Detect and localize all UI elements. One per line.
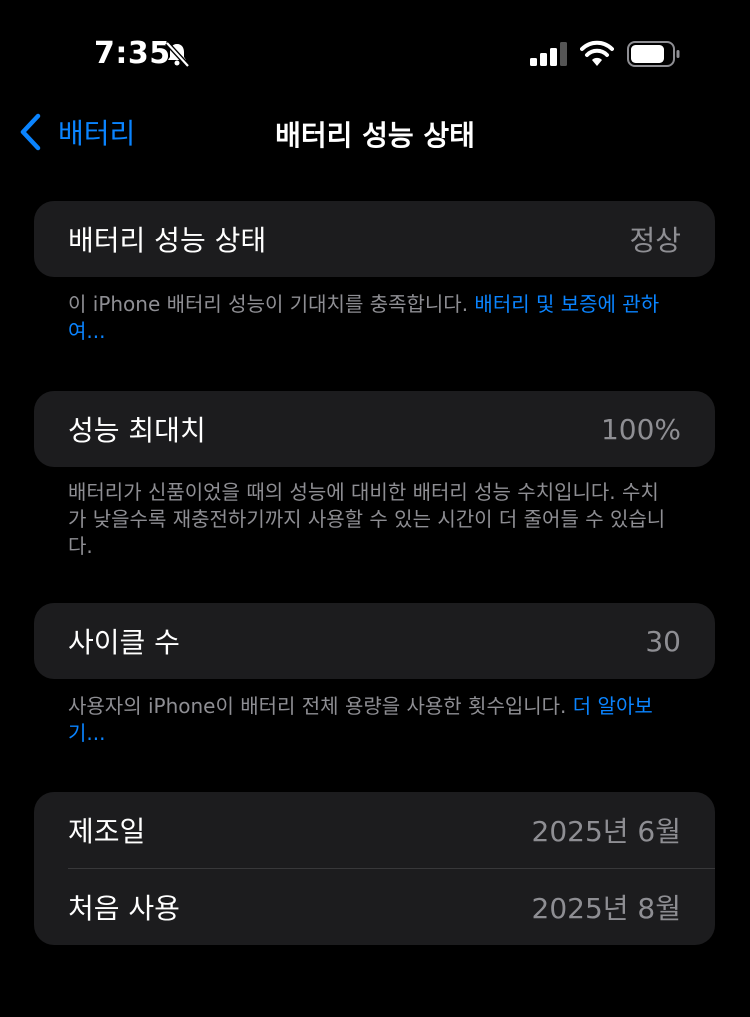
cycle-count-footnote: 사용자의 iPhone이 배터리 전체 용량을 사용한 횟수입니다. 더 알아보… — [68, 693, 668, 747]
battery-health-group: 배터리 성능 상태 정상 — [34, 201, 715, 277]
bell-slash-icon — [165, 41, 190, 68]
first-use-label: 처음 사용 — [68, 892, 180, 925]
cycle-count-row: 사이클 수 30 — [34, 603, 715, 679]
battery-health-label: 배터리 성능 상태 — [68, 224, 267, 257]
first-use-value: 2025년 8월 — [531, 892, 682, 925]
battery-health-footnote-text: 이 iPhone 배터리 성능이 기대치를 충족합니다. — [68, 292, 475, 316]
first-use-row: 처음 사용 2025년 8월 — [34, 869, 715, 945]
wifi-icon — [580, 40, 614, 66]
maximum-capacity-footnote: 배터리가 신품이었을 때의 성능에 대비한 배터리 성능 수치입니다. 수치가 … — [68, 480, 666, 558]
cellular-signal-icon — [530, 42, 567, 66]
maximum-capacity-value: 100% — [600, 412, 681, 446]
maximum-capacity-row: 성능 최대치 100% — [34, 391, 715, 467]
battery-icon — [627, 41, 680, 67]
cycle-count-footnote-text: 사용자의 iPhone이 배터리 전체 용량을 사용한 횟수입니다. — [68, 694, 573, 718]
manufacture-date-value: 2025년 6월 — [531, 815, 682, 848]
manufacture-date-row: 제조일 2025년 6월 — [34, 792, 715, 868]
manufacture-date-label: 제조일 — [68, 815, 146, 848]
cycle-count-value: 30 — [645, 624, 681, 658]
dates-group: 제조일 2025년 6월 처음 사용 2025년 8월 — [34, 792, 715, 945]
status-time: 7:35 — [94, 36, 171, 71]
maximum-capacity-label: 성능 최대치 — [68, 414, 206, 447]
battery-health-value: 정상 — [629, 224, 681, 257]
battery-health-row: 배터리 성능 상태 정상 — [34, 201, 715, 277]
status-bar: 7:35 — [0, 0, 750, 100]
cycle-count-group: 사이클 수 30 — [34, 603, 715, 679]
battery-health-footnote: 이 iPhone 배터리 성능이 기대치를 충족합니다. 배터리 및 보증에 관… — [68, 291, 668, 345]
maximum-capacity-group: 성능 최대치 100% — [34, 391, 715, 467]
cycle-count-label: 사이클 수 — [68, 626, 180, 659]
page-title: 배터리 성능 상태 — [275, 119, 475, 152]
